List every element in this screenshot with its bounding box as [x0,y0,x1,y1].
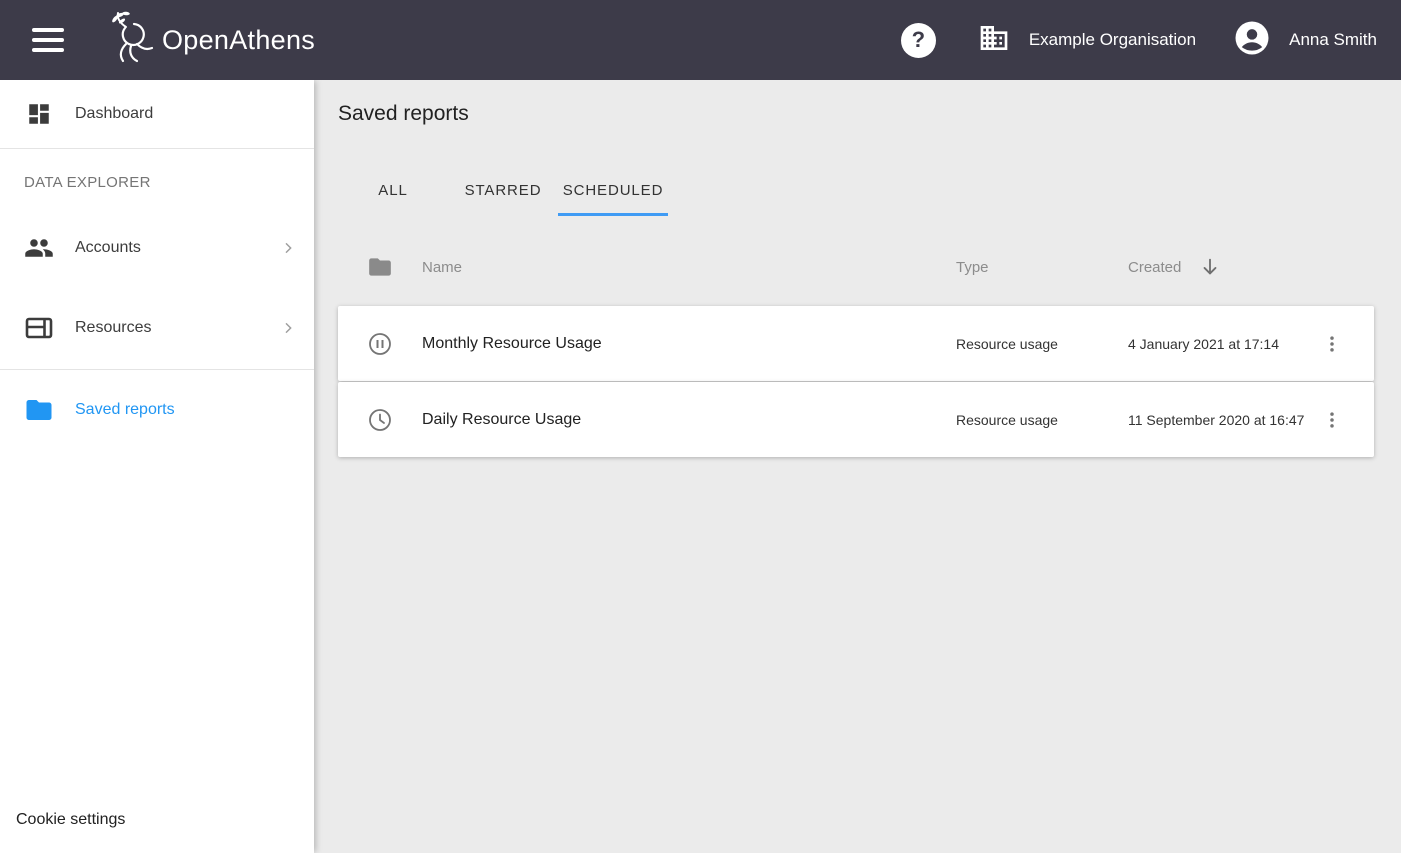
sidebar-item-dashboard[interactable]: Dashboard [0,80,314,148]
user-name: Anna Smith [1289,30,1377,50]
tab-bar: ALL STARRED SCHEDULED [338,170,1375,216]
report-type: Resource usage [956,336,1128,352]
row-actions-kebab-icon[interactable] [1312,324,1352,364]
report-name: Monthly Resource Usage [422,335,956,353]
organisation-switcher[interactable]: Example Organisation [978,22,1196,59]
sidebar-item-saved-reports[interactable]: Saved reports [0,370,314,450]
pause-circle-icon [338,332,422,356]
sidebar-item-label: Dashboard [75,105,296,123]
main-content: Saved reports ALL STARRED SCHEDULED Name… [314,80,1401,853]
table-header: Name Type Created [338,242,1374,292]
logo-text: OpenAthens [162,25,315,56]
sidebar: Dashboard DATA EXPLORER Accounts [0,80,314,853]
accounts-people-icon [24,233,54,263]
page-title: Saved reports [338,100,1375,128]
table-row[interactable]: Daily Resource Usage Resource usage 11 S… [338,382,1374,457]
folder-column-icon [338,254,422,280]
chevron-right-icon [280,320,296,336]
table-row[interactable]: Monthly Resource Usage Resource usage 4 … [338,306,1374,381]
sort-descending-arrow-icon[interactable] [1199,256,1221,278]
sidebar-section-label: DATA EXPLORER [0,149,314,209]
column-header-name[interactable]: Name [422,259,956,276]
user-menu[interactable]: Anna Smith [1234,20,1377,61]
dashboard-icon [24,101,54,127]
organisation-name: Example Organisation [1029,30,1196,50]
cookie-settings-link[interactable]: Cookie settings [0,811,314,853]
chevron-right-icon [280,240,296,256]
sidebar-item-resources[interactable]: Resources [0,287,314,369]
report-type: Resource usage [956,412,1128,428]
saved-reports-list: Monthly Resource Usage Resource usage 4 … [338,306,1374,457]
column-header-type[interactable]: Type [956,259,1128,276]
avatar-icon [1234,20,1270,61]
sidebar-item-accounts[interactable]: Accounts [0,209,314,287]
help-icon[interactable]: ? [901,23,936,58]
sidebar-item-label: Saved reports [75,401,296,419]
openathens-logo[interactable]: OpenAthens [104,10,315,71]
row-actions-kebab-icon[interactable] [1312,400,1352,440]
building-icon [978,22,1010,59]
folder-icon [24,395,54,425]
openathens-logo-mark-icon [104,10,156,71]
column-header-created[interactable]: Created [1128,256,1308,278]
sidebar-item-label: Accounts [75,239,280,257]
tab-scheduled[interactable]: SCHEDULED [558,170,668,216]
tab-all[interactable]: ALL [338,170,448,216]
menu-icon[interactable] [32,28,64,52]
clock-icon [338,408,422,432]
report-created: 11 September 2020 at 16:47 [1128,412,1308,428]
report-created: 4 January 2021 at 17:14 [1128,336,1308,352]
app-bar: OpenAthens ? Example Organisation Anna S… [0,0,1401,80]
tab-starred[interactable]: STARRED [448,170,558,216]
report-name: Daily Resource Usage [422,411,956,429]
resources-layout-icon [24,315,54,341]
sidebar-item-label: Resources [75,319,280,337]
